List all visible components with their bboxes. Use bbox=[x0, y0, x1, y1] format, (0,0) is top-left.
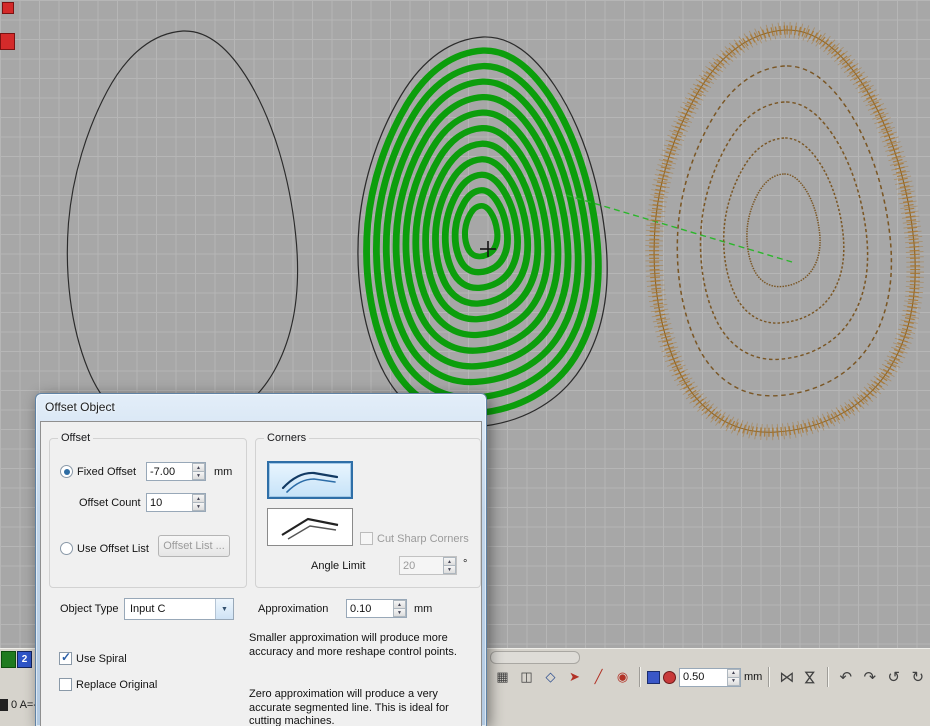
spinner-down-icon[interactable] bbox=[393, 609, 406, 617]
color-chip-blue[interactable]: 2 bbox=[17, 651, 32, 668]
offset-count-input[interactable] bbox=[147, 494, 192, 511]
design-object-stitched[interactable] bbox=[654, 30, 915, 432]
toolbar-separator bbox=[827, 667, 829, 687]
approximation-spinner[interactable] bbox=[393, 600, 406, 617]
reshape-icon[interactable]: ◇ bbox=[540, 667, 561, 688]
angle-limit-field bbox=[399, 556, 457, 575]
entry-exit-icon[interactable]: ◉ bbox=[612, 667, 633, 688]
replace-original-checkbox[interactable] bbox=[59, 678, 72, 691]
use-offset-list-label: Use Offset List bbox=[77, 543, 149, 555]
connector-icon[interactable]: ➤ bbox=[564, 667, 585, 688]
approximation-input[interactable] bbox=[347, 600, 393, 617]
grid-icon[interactable]: ▦ bbox=[492, 667, 513, 688]
rotate-ccw-90-icon[interactable]: ↺ bbox=[883, 667, 904, 688]
offset-count-spinner[interactable] bbox=[192, 494, 205, 511]
angle-limit-label: Angle Limit bbox=[311, 560, 365, 572]
angle-limit-input[interactable] bbox=[400, 557, 443, 574]
thread-color-swatch[interactable] bbox=[663, 671, 676, 684]
round-corners-button[interactable] bbox=[267, 461, 353, 499]
status-marker bbox=[0, 699, 8, 711]
stitch-width-input[interactable] bbox=[680, 669, 727, 686]
rotate-ccw-45-icon[interactable]: ↶ bbox=[835, 667, 856, 688]
ruler-origin-marker-icon bbox=[2, 2, 14, 14]
sharp-corner-icon bbox=[278, 514, 342, 540]
cut-sharp-corners-checkbox[interactable] bbox=[360, 532, 373, 545]
dialog-title[interactable]: Offset Object bbox=[36, 394, 486, 420]
fixed-offset-spinner[interactable] bbox=[192, 463, 205, 480]
approximation-field bbox=[346, 599, 407, 618]
sharp-corners-button[interactable] bbox=[267, 508, 353, 546]
toolbar-separator bbox=[768, 667, 770, 687]
spinner-down-icon[interactable] bbox=[192, 503, 205, 511]
angle-limit-unit: ° bbox=[463, 558, 467, 570]
color-chip-green[interactable] bbox=[1, 651, 16, 668]
approximation-label: Approximation bbox=[258, 603, 328, 615]
stitch-width-field bbox=[679, 668, 741, 687]
object-type-value: Input C bbox=[125, 603, 215, 615]
rotate-cw-45-icon[interactable]: ↷ bbox=[859, 667, 880, 688]
spinner-down-icon[interactable] bbox=[192, 472, 205, 480]
use-offset-list-radio[interactable] bbox=[60, 542, 73, 555]
round-corner-icon bbox=[278, 467, 342, 493]
use-spiral-label: Use Spiral bbox=[76, 653, 127, 665]
fixed-offset-radio[interactable] bbox=[60, 465, 73, 478]
offset-count-label: Offset Count bbox=[79, 497, 141, 509]
spinner-up-icon[interactable] bbox=[192, 494, 205, 503]
angle-limit-spinner[interactable] bbox=[443, 557, 456, 574]
fill-color-swatch[interactable] bbox=[647, 671, 660, 684]
approximation-unit: mm bbox=[414, 603, 432, 615]
offset-list-button[interactable]: Offset List ... bbox=[158, 535, 230, 557]
bottom-toolbar: ▦ ◫ ◇ ➤ ╱ ◉ mm ⋈ ⋈ ↶ ↷ ↺ ↻ bbox=[492, 664, 928, 690]
offset-object-dialog: Offset Object Offset Fixed Offset mm Off… bbox=[35, 393, 487, 726]
chevron-down-icon bbox=[215, 599, 233, 619]
approximation-help-text: Smaller approximation will produce more … bbox=[249, 632, 477, 659]
object-type-label: Object Type bbox=[60, 603, 119, 615]
corners-group-label: Corners bbox=[264, 432, 309, 444]
offset-group-label: Offset bbox=[58, 432, 93, 444]
flip-horizontal-icon[interactable]: ⋈ bbox=[776, 667, 797, 688]
fixed-offset-unit: mm bbox=[214, 466, 232, 478]
spinner-up-icon[interactable] bbox=[192, 463, 205, 472]
rotate-cw-90-icon[interactable]: ↻ bbox=[907, 667, 928, 688]
flip-vertical-icon[interactable]: ⋈ bbox=[800, 667, 821, 688]
use-spiral-checkbox[interactable] bbox=[59, 652, 72, 665]
design-object-outline[interactable] bbox=[67, 31, 297, 433]
spinner-up-icon[interactable] bbox=[443, 557, 456, 566]
cut-sharp-corners-label: Cut Sharp Corners bbox=[377, 533, 469, 545]
spinner-up-icon[interactable] bbox=[727, 669, 740, 678]
spinner-down-icon[interactable] bbox=[727, 678, 740, 686]
corners-group: Corners Cut Sharp Corners Angle Limit bbox=[255, 438, 481, 588]
design-object-spiral-offset[interactable] bbox=[358, 37, 607, 427]
spinner-up-icon[interactable] bbox=[393, 600, 406, 609]
offset-count-field bbox=[146, 493, 206, 512]
spinner-down-icon[interactable] bbox=[443, 566, 456, 574]
hoop-icon[interactable]: ◫ bbox=[516, 667, 537, 688]
offset-group: Offset Fixed Offset mm Offset Count bbox=[49, 438, 247, 588]
left-toolbar-cropped-icon bbox=[0, 33, 15, 50]
stitch-width-unit: mm bbox=[744, 671, 762, 683]
toolbar-separator bbox=[639, 667, 641, 687]
fixed-offset-label: Fixed Offset bbox=[77, 466, 136, 478]
object-type-dropdown[interactable]: Input C bbox=[124, 598, 234, 620]
dialog-body: Offset Fixed Offset mm Offset Count bbox=[40, 421, 482, 726]
zero-approximation-help-text: Zero approximation will produce a very a… bbox=[249, 688, 477, 726]
application-window: 2 ▦ ◫ ◇ ➤ ╱ ◉ mm ⋈ ⋈ ↶ ↷ bbox=[0, 0, 930, 726]
stitch-angle-icon[interactable]: ╱ bbox=[588, 667, 609, 688]
fixed-offset-input[interactable] bbox=[147, 463, 192, 480]
horizontal-scrollbar[interactable] bbox=[490, 651, 580, 664]
fixed-offset-field bbox=[146, 462, 206, 481]
stitch-width-spinner[interactable] bbox=[727, 669, 740, 686]
replace-original-label: Replace Original bbox=[76, 679, 157, 691]
